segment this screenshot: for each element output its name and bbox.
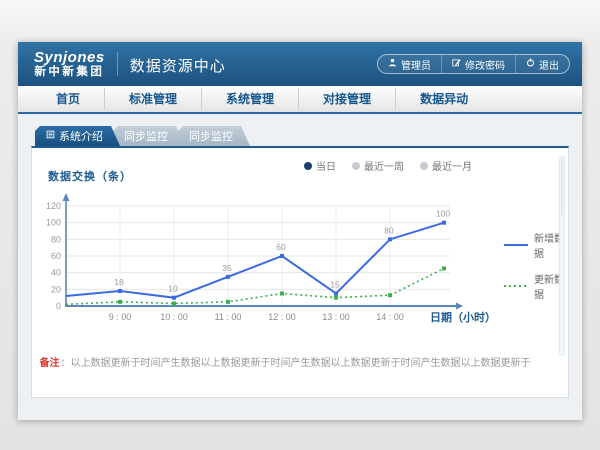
- svg-text:12 : 00: 12 : 00: [268, 312, 296, 322]
- edit-icon: [452, 58, 461, 70]
- main-nav: 首页标准管理系统管理对接管理数据异动: [18, 86, 582, 114]
- user-menu-label: 修改密码: [465, 57, 505, 72]
- nav-item-1[interactable]: 首页: [32, 88, 104, 110]
- page-title: 数据资源中心: [130, 55, 226, 76]
- radio-icon[interactable]: [420, 162, 428, 170]
- svg-text:18: 18: [114, 277, 124, 287]
- header-divider: [117, 52, 118, 76]
- radio-option-3[interactable]: 最近一月: [420, 158, 472, 173]
- svg-text:11 : 00: 11 : 00: [215, 312, 242, 322]
- svg-text:100: 100: [436, 209, 450, 219]
- radio-label: 当日: [316, 158, 336, 173]
- tab-1[interactable]: 系统介绍: [35, 126, 120, 146]
- x-axis-title: 日期（小时）: [430, 309, 496, 325]
- footnote-label: 备注: [40, 358, 60, 369]
- user-menu-管理员[interactable]: 管理员: [378, 55, 441, 73]
- panel: 当日 最近一周 最近一月 数据交换（条） 0 20 40 60 80 100 120 9 : 00…: [31, 146, 569, 398]
- nav-item-3[interactable]: 系统管理: [201, 88, 298, 110]
- nav-item-4[interactable]: 对接管理: [298, 88, 395, 110]
- browser-window: Synjones 新中新集团 数据资源中心 管理员修改密码退出 首页标准管理系统…: [18, 42, 582, 420]
- user-menu-退出[interactable]: 退出: [515, 55, 569, 73]
- svg-text:10: 10: [168, 284, 178, 294]
- tab-bar: 系统介绍 同步监控 同步监控: [35, 126, 569, 146]
- logo-text-en: Synjones: [34, 50, 105, 66]
- svg-text:0: 0: [56, 301, 61, 311]
- nav-item-2[interactable]: 标准管理: [104, 88, 201, 110]
- footnote: 备注：以上数据更新于时间产生数据以上数据更新于时间产生数据以上数据更新于时间产生…: [32, 354, 538, 369]
- svg-text:80: 80: [51, 234, 61, 244]
- nav-item-5[interactable]: 数据异动: [395, 88, 492, 110]
- footnote-text: ：以上数据更新于时间产生数据以上数据更新于时间产生数据以上数据更新于时间产生数据…: [61, 358, 531, 369]
- time-range-filter: 当日 最近一周 最近一月: [304, 158, 472, 173]
- radio-option-1[interactable]: 当日: [304, 158, 336, 173]
- logo: Synjones 新中新集团: [34, 50, 105, 78]
- svg-text:20: 20: [51, 284, 61, 294]
- doc-icon: [46, 130, 55, 142]
- svg-text:120: 120: [46, 201, 61, 211]
- scrollbar-thumb[interactable]: [561, 158, 563, 216]
- desktop-background: Synjones 新中新集团 数据资源中心 管理员修改密码退出 首页标准管理系统…: [0, 0, 600, 450]
- svg-text:80: 80: [384, 225, 394, 235]
- power-icon: [526, 58, 535, 70]
- tab-label: 同步监控: [189, 128, 233, 144]
- tab-label: 同步监控: [124, 128, 168, 144]
- svg-text:40: 40: [51, 268, 61, 278]
- radio-icon[interactable]: [352, 162, 360, 170]
- svg-text:9 : 00: 9 : 00: [109, 312, 132, 322]
- user-menu-修改密码[interactable]: 修改密码: [441, 55, 515, 73]
- app-header: Synjones 新中新集团 数据资源中心 管理员 修改密码 退出: [18, 42, 582, 86]
- radio-option-2[interactable]: 最近一周: [352, 158, 404, 173]
- user-menu-label: 管理员: [401, 57, 431, 72]
- legend-line-icon: [504, 281, 528, 292]
- logo-text-cn: 新中新集团: [34, 66, 105, 78]
- svg-text:60: 60: [276, 242, 286, 252]
- svg-text:13 : 00: 13 : 00: [322, 312, 350, 322]
- radio-icon[interactable]: [304, 162, 312, 170]
- svg-text:100: 100: [46, 218, 61, 228]
- svg-text:15: 15: [330, 280, 340, 290]
- svg-text:35: 35: [222, 263, 232, 273]
- legend-line-icon: [504, 240, 528, 251]
- chart-svg: 0 20 40 60 80 100 120 9 : 00 10 : 00 11 : 00 12 : …: [40, 188, 472, 338]
- svg-text:60: 60: [51, 251, 61, 261]
- tab-label: 系统介绍: [59, 128, 103, 144]
- svg-text:10 : 00: 10 : 00: [160, 312, 188, 322]
- user-menu: 管理员 修改密码 退出: [377, 54, 570, 74]
- radio-label: 最近一月: [432, 158, 472, 173]
- user-icon: [388, 58, 397, 70]
- svg-text:14 : 00: 14 : 00: [376, 312, 404, 322]
- tab-2[interactable]: 同步监控: [113, 126, 185, 146]
- user-menu-label: 退出: [539, 57, 559, 72]
- tab-3[interactable]: 同步监控: [178, 126, 250, 146]
- panel-scrollbar[interactable]: [559, 156, 565, 356]
- y-axis-title: 数据交换（条）: [48, 168, 132, 184]
- radio-label: 最近一周: [364, 158, 404, 173]
- content-area: 系统介绍 同步监控 同步监控 当日 最近一周 最近一月 数据交换（条） 0 20 40 60 8…: [18, 114, 582, 420]
